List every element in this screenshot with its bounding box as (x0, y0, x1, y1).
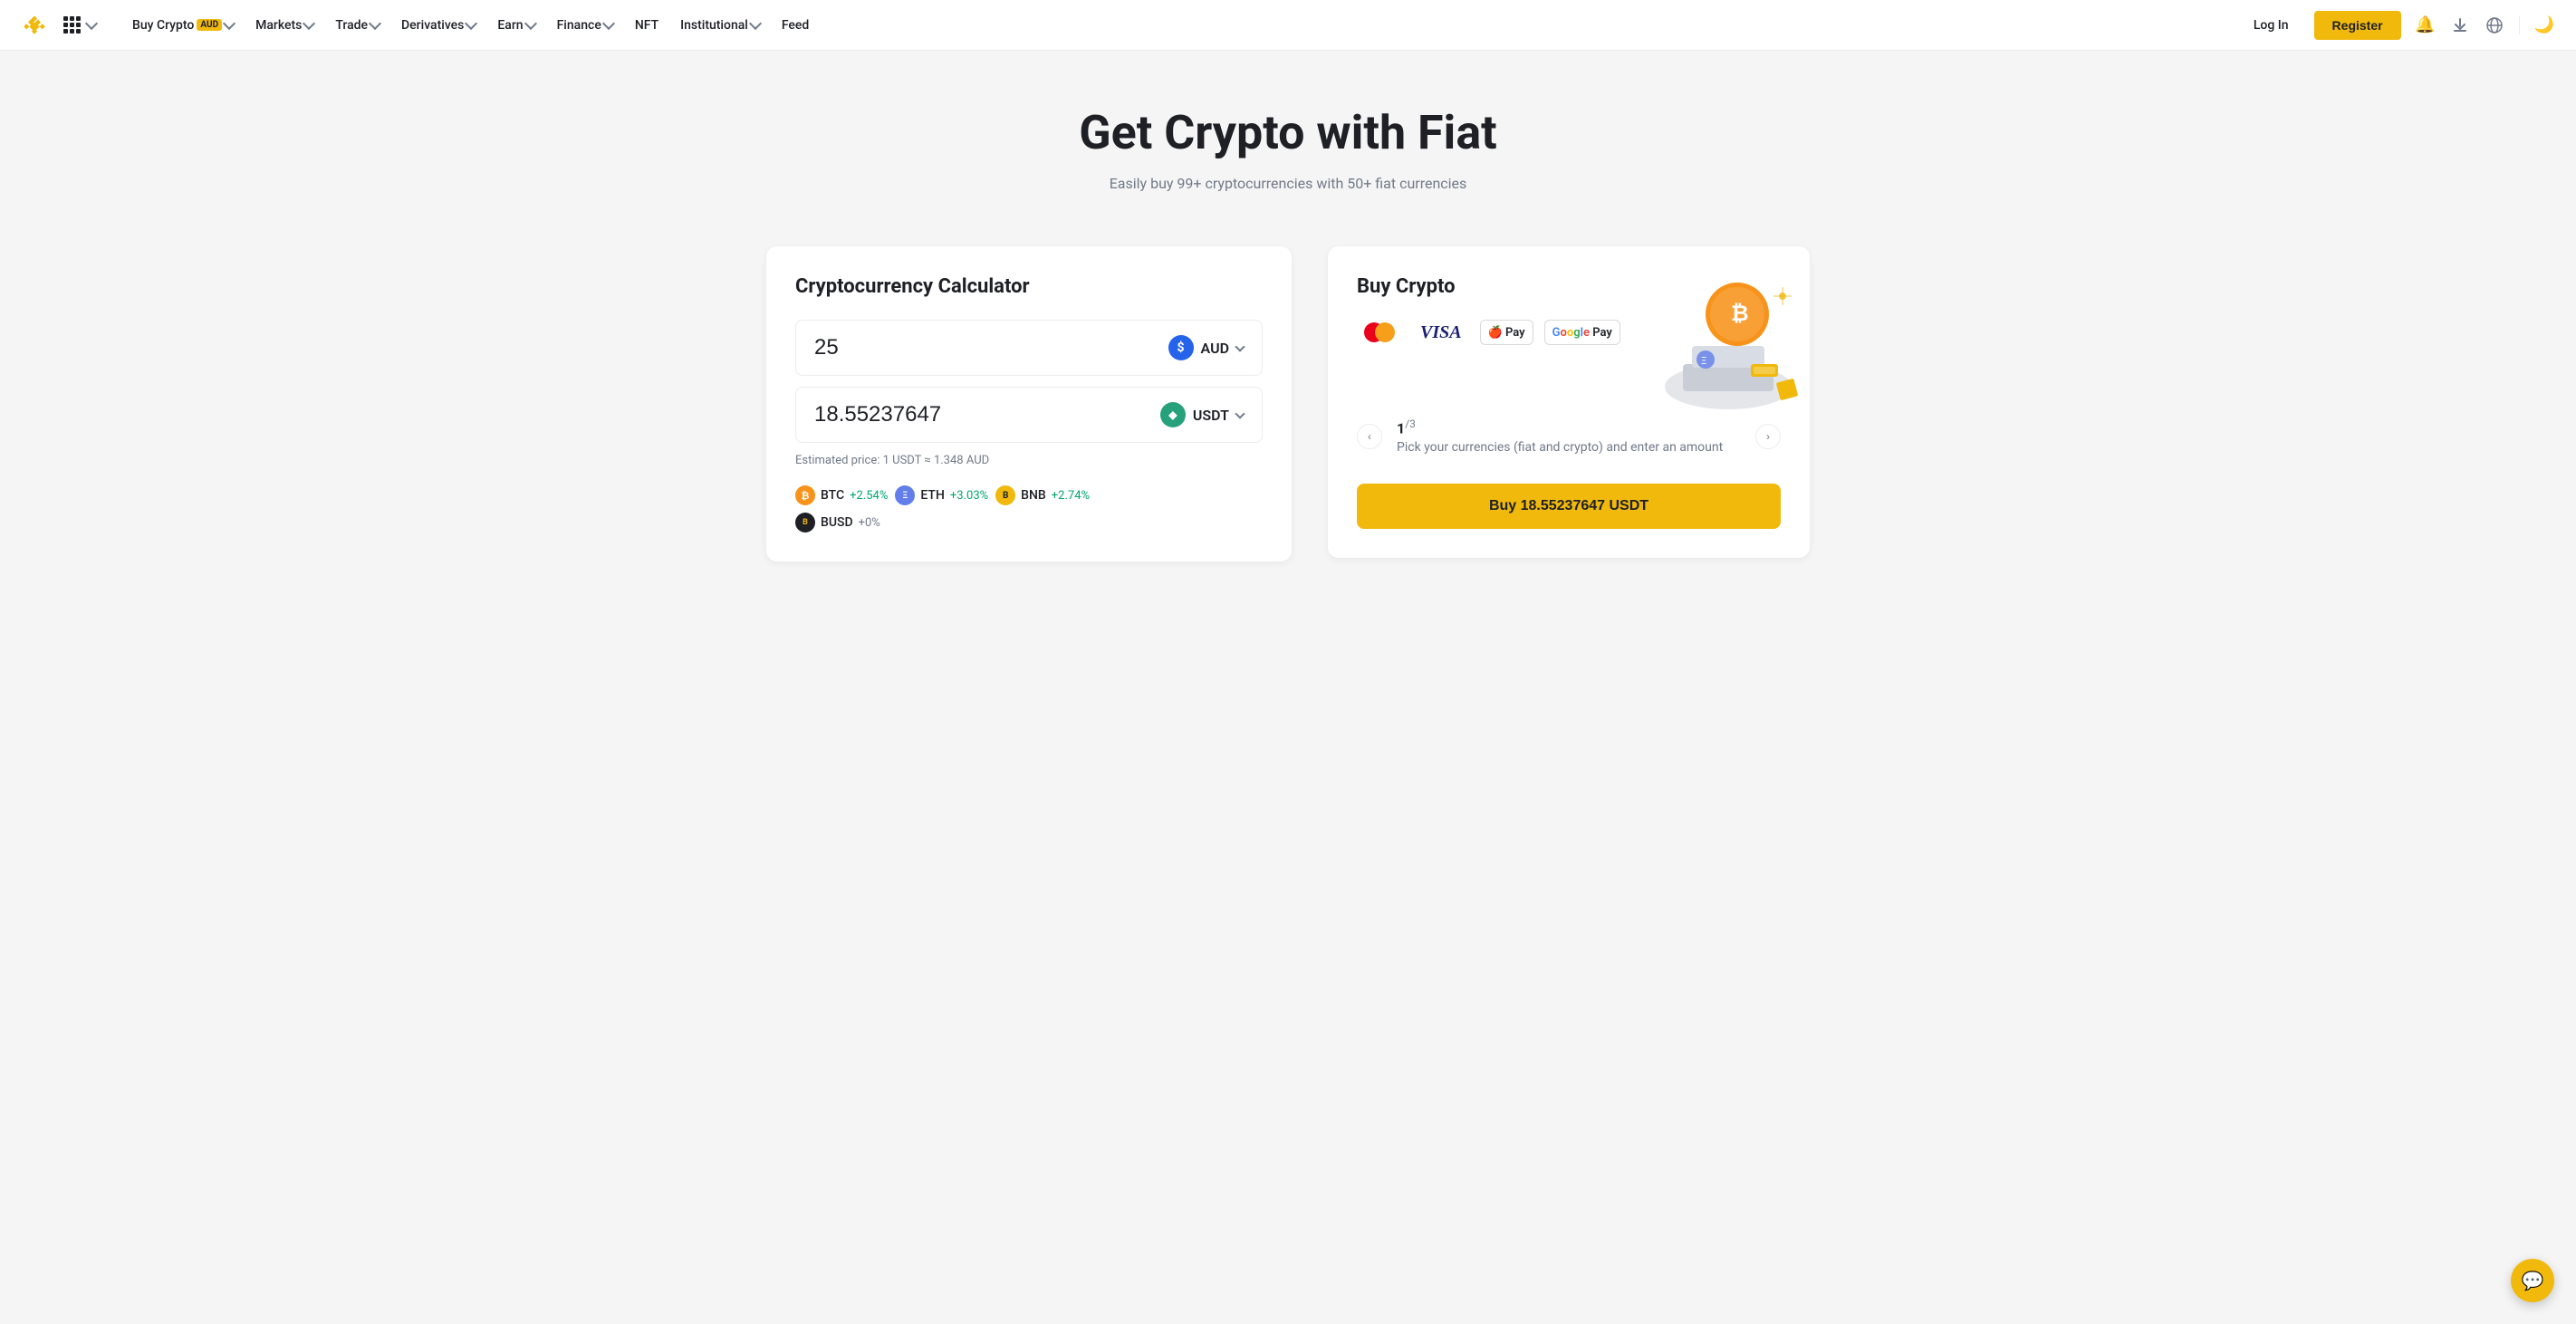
nav-derivatives[interactable]: Derivatives (392, 13, 485, 38)
register-button[interactable]: Register (2314, 11, 2401, 40)
nav-menu: Buy Crypto AUD Markets Trade Derivatives… (123, 13, 818, 38)
login-button[interactable]: Log In (2243, 13, 2300, 38)
crypto-badges-list: ₿ BTC +2.54% Ξ ETH +3.03% B BNB +2.74% (795, 485, 1263, 505)
buy-crypto-chevron-icon (223, 17, 235, 30)
buy-button[interactable]: Buy 18.55237647 USDT (1357, 484, 1781, 529)
eth-icon: Ξ (895, 485, 915, 505)
crypto-illustration: ₿ Ξ (1610, 246, 1810, 455)
eth-badge[interactable]: Ξ ETH +3.03% (895, 485, 988, 505)
institutional-chevron-icon (749, 17, 762, 30)
navbar-right: Log In Register 🔔 🌙 (2243, 11, 2554, 40)
language-globe-icon[interactable] (2485, 15, 2504, 35)
busd-badge[interactable]: B BUSD +0% (795, 513, 880, 532)
navbar-left: Buy Crypto AUD Markets Trade Derivatives… (22, 11, 2243, 39)
usdt-currency-icon: ◆ (1160, 402, 1186, 427)
binance-logo-icon (22, 13, 47, 38)
crypto-badges-row2: B BUSD +0% (795, 513, 1263, 532)
trade-chevron-icon (369, 17, 381, 30)
gpay-payment-icon: Google Pay (1544, 320, 1620, 345)
mastercard-payment-icon (1357, 320, 1402, 345)
derivatives-chevron-icon (465, 17, 477, 30)
buy-crypto-card: Buy Crypto VISA 🍎 Pay Google Pay (1328, 246, 1810, 558)
crypto-currency-label: USDT (1193, 407, 1229, 424)
navbar-divider (2519, 16, 2520, 34)
btc-badge[interactable]: ₿ BTC +2.54% (795, 485, 888, 505)
nav-nft[interactable]: NFT (626, 13, 668, 38)
nav-buy-crypto[interactable]: Buy Crypto AUD (123, 13, 243, 38)
svg-text:Ξ: Ξ (1701, 355, 1706, 367)
notification-bell-icon[interactable]: 🔔 (2416, 15, 2436, 35)
calculator-card: Cryptocurrency Calculator 25 $ AUD 18.55… (766, 246, 1292, 561)
crypto-currency-selector[interactable]: ◆ USDT (1160, 402, 1244, 427)
nav-apps-grid[interactable] (54, 11, 105, 39)
visa-payment-icon: VISA (1413, 320, 1469, 345)
chat-button[interactable]: 💬 (2511, 1259, 2554, 1302)
applepay-payment-icon: 🍎 Pay (1480, 320, 1533, 345)
buy-crypto-badge: AUD (197, 19, 222, 31)
nav-trade[interactable]: Trade (326, 13, 389, 38)
fiat-currency-selector[interactable]: $ AUD (1168, 335, 1244, 360)
fiat-input-row: 25 $ AUD (795, 320, 1263, 376)
crypto-selector-chevron-icon (1235, 408, 1245, 418)
aud-currency-icon: $ (1168, 335, 1194, 360)
chat-icon: 💬 (2522, 1270, 2544, 1291)
nav-earn[interactable]: Earn (488, 13, 543, 38)
nav-finance[interactable]: Finance (548, 13, 622, 38)
fiat-currency-label: AUD (1201, 340, 1229, 357)
nav-markets[interactable]: Markets (246, 13, 322, 38)
main-content: Cryptocurrency Calculator 25 $ AUD 18.55… (745, 228, 1831, 616)
crypto-output-row: 18.55237647 ◆ USDT (795, 387, 1263, 443)
grid-icon (63, 16, 81, 34)
calculator-title: Cryptocurrency Calculator (795, 275, 1263, 298)
step-prev-button[interactable]: ‹ (1357, 424, 1382, 449)
btc-icon: ₿ (795, 485, 815, 505)
earn-chevron-icon (524, 17, 537, 30)
theme-toggle-icon[interactable]: 🌙 (2534, 15, 2554, 34)
fiat-amount-input[interactable]: 25 (814, 335, 995, 360)
svg-text:₿: ₿ (1731, 301, 1749, 326)
finance-chevron-icon (602, 17, 615, 30)
bnb-icon: B (995, 485, 1015, 505)
apps-chevron-icon (85, 17, 98, 30)
markets-chevron-icon (303, 17, 315, 30)
crypto-amount-input[interactable]: 18.55237647 (814, 402, 995, 427)
hero-subtitle: Easily buy 99+ cryptocurrencies with 50+… (22, 175, 2554, 192)
estimated-price-text: Estimated price: 1 USDT ≈ 1.348 AUD (795, 454, 1263, 467)
busd-icon: B (795, 513, 815, 532)
hero-section: Get Crypto with Fiat Easily buy 99+ cryp… (0, 51, 2576, 228)
navbar: Buy Crypto AUD Markets Trade Derivatives… (0, 0, 2576, 51)
hero-title: Get Crypto with Fiat (22, 105, 2554, 160)
nav-feed[interactable]: Feed (773, 13, 818, 38)
binance-logo[interactable] (22, 13, 47, 38)
nav-institutional[interactable]: Institutional (671, 13, 769, 38)
mc-right-circle (1375, 322, 1395, 342)
bnb-badge[interactable]: B BNB +2.74% (995, 485, 1090, 505)
download-icon[interactable] (2450, 15, 2470, 35)
fiat-selector-chevron-icon (1235, 341, 1245, 351)
